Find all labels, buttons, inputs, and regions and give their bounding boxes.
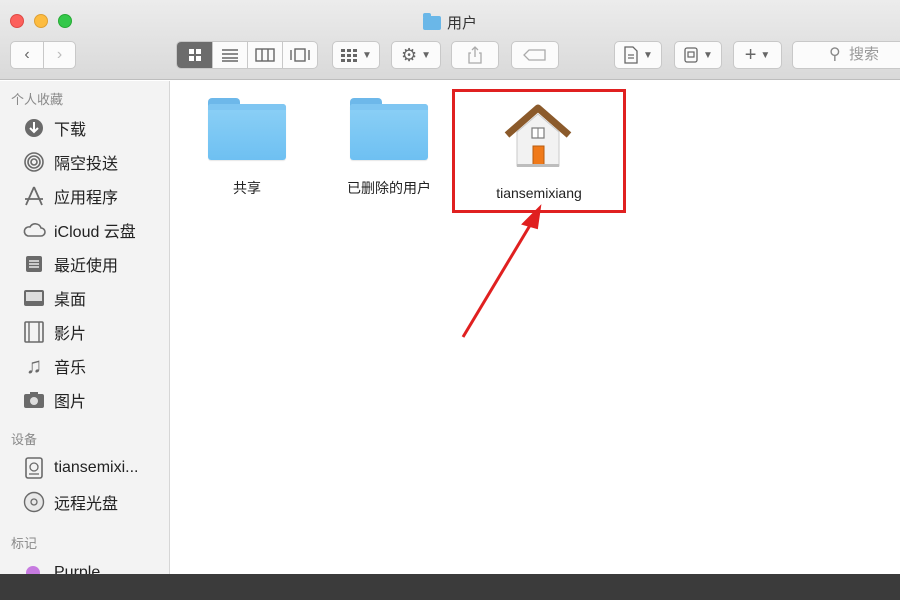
- download-icon: [22, 117, 46, 139]
- action-button[interactable]: ⚙ ▼: [391, 41, 441, 69]
- sidebar-section-devices: 设备: [11, 432, 38, 447]
- chevron-down-icon: ▼: [703, 49, 713, 61]
- chevron-left-icon: ‹: [24, 46, 30, 63]
- list-view-button[interactable]: [213, 42, 248, 68]
- item-label: tiansemixiang: [496, 185, 582, 201]
- sidebar: 个人收藏 下载 隔空投送 应用程序 iCloud 云盘 最近使用 桌面 影片 ♫…: [0, 81, 170, 574]
- applications-icon: [22, 185, 46, 207]
- home-icon: [504, 104, 572, 167]
- sidebar-item-airdrop[interactable]: 隔空投送: [22, 150, 118, 174]
- document-icon: [624, 46, 638, 64]
- new-document-button[interactable]: ▼: [614, 41, 662, 69]
- back-button[interactable]: ‹: [11, 42, 44, 68]
- finder-window: 用户 ‹ › ▼ ⚙ ▼ ▼ ▼ + ▼ ⚲ 搜索 个人收藏 下载 隔空投送 应…: [0, 0, 900, 574]
- airdrop-icon: [22, 151, 46, 173]
- window-title: 用户: [0, 12, 900, 33]
- sidebar-item-label: 最近使用: [54, 258, 119, 275]
- background-strip: [0, 574, 900, 600]
- chevron-down-icon: ▼: [362, 49, 372, 61]
- view-mode-segmented: [176, 41, 318, 69]
- sidebar-item-applications[interactable]: 应用程序: [22, 184, 118, 208]
- chevron-down-icon: ▼: [760, 49, 771, 61]
- columns-icon: [255, 48, 275, 62]
- remote-disc-icon: [22, 491, 46, 513]
- item-label: 共享: [233, 180, 261, 196]
- group-by-button[interactable]: ▼: [332, 41, 380, 69]
- title-bar: 用户 ‹ › ▼ ⚙ ▼ ▼ ▼ + ▼ ⚲ 搜索: [0, 0, 900, 80]
- sidebar-item-label: 桌面: [54, 292, 87, 309]
- sidebar-item-movies[interactable]: 影片: [22, 320, 86, 344]
- sidebar-item-label: 影片: [54, 326, 87, 343]
- sidebar-item-hard-drive[interactable]: tiansemixi...: [22, 456, 138, 480]
- sidebar-item-label: Purple: [54, 564, 101, 574]
- sidebar-item-label: 下载: [54, 122, 87, 139]
- icloud-icon: [22, 219, 46, 241]
- recents-icon: [22, 253, 46, 275]
- grid-icon: [188, 49, 201, 61]
- sidebar-section-tags: 标记: [11, 536, 38, 551]
- folder-icon: [208, 98, 286, 160]
- forward-button[interactable]: ›: [44, 42, 75, 68]
- folder-item-deleted-users[interactable]: 已删除的用户: [334, 98, 444, 198]
- file-browser: 共享 已删除的用户 tiansemixiang: [171, 81, 900, 574]
- list-icon: [222, 49, 238, 62]
- window-title-text: 用户: [446, 15, 477, 32]
- sidebar-item-pictures[interactable]: 图片: [22, 388, 86, 412]
- tag-icon: [523, 49, 546, 61]
- icon-view-button[interactable]: [177, 42, 213, 68]
- sidebar-item-tag-purple[interactable]: Purple: [22, 561, 100, 574]
- movies-icon: [22, 321, 46, 343]
- sidebar-item-recents[interactable]: 最近使用: [22, 252, 118, 276]
- nav-buttons: ‹ ›: [10, 41, 76, 69]
- purple-tag-dot: [26, 566, 40, 574]
- pictures-icon: [22, 389, 46, 411]
- sidebar-item-label: 音乐: [54, 360, 87, 377]
- sidebar-item-label: 图片: [54, 394, 87, 411]
- sidebar-item-label: iCloud 云盘: [54, 224, 136, 241]
- gallery-icon: [290, 48, 310, 62]
- home-folder-item[interactable]: tiansemixiang: [452, 89, 626, 213]
- add-button[interactable]: + ▼: [733, 41, 782, 69]
- folder-icon: [422, 13, 441, 30]
- sidebar-item-remote-disc[interactable]: 远程光盘: [22, 490, 118, 514]
- gallery-view-button[interactable]: [283, 42, 317, 68]
- group-grid-icon: [341, 49, 358, 62]
- share-icon: [468, 46, 482, 64]
- folder-icon: [350, 98, 428, 160]
- search-placeholder: 搜索: [849, 46, 880, 63]
- search-icon: ⚲: [829, 46, 841, 63]
- chevron-down-icon: ▼: [643, 49, 653, 61]
- column-view-button[interactable]: [248, 42, 283, 68]
- share-button[interactable]: [451, 41, 499, 69]
- search-field[interactable]: ⚲ 搜索: [792, 41, 900, 69]
- sidebar-item-desktop[interactable]: 桌面: [22, 286, 86, 310]
- hard-drive-icon: [22, 457, 46, 479]
- music-icon: ♫: [25, 353, 43, 378]
- plus-icon: +: [744, 44, 757, 66]
- folder-item-shared[interactable]: 共享: [192, 98, 302, 198]
- item-label: 已删除的用户: [347, 180, 431, 196]
- sidebar-item-downloads[interactable]: 下载: [22, 116, 86, 140]
- desktop-icon: [22, 287, 46, 309]
- archive-button[interactable]: ▼: [674, 41, 722, 69]
- sidebar-item-label: 隔空投送: [54, 156, 119, 173]
- chevron-right-icon: ›: [56, 46, 63, 63]
- sidebar-item-label: tiansemixi...: [54, 459, 139, 476]
- chevron-down-icon: ▼: [421, 49, 432, 61]
- gear-icon: ⚙: [400, 44, 418, 65]
- sidebar-item-music[interactable]: ♫ 音乐: [22, 353, 87, 378]
- sidebar-item-label: 应用程序: [54, 190, 119, 207]
- sidebar-item-label: 远程光盘: [54, 496, 119, 513]
- tag-button[interactable]: [511, 41, 559, 69]
- sidebar-section-favorites: 个人收藏: [11, 92, 64, 107]
- sidebar-item-icloud[interactable]: iCloud 云盘: [22, 218, 136, 242]
- archive-icon: [684, 47, 698, 63]
